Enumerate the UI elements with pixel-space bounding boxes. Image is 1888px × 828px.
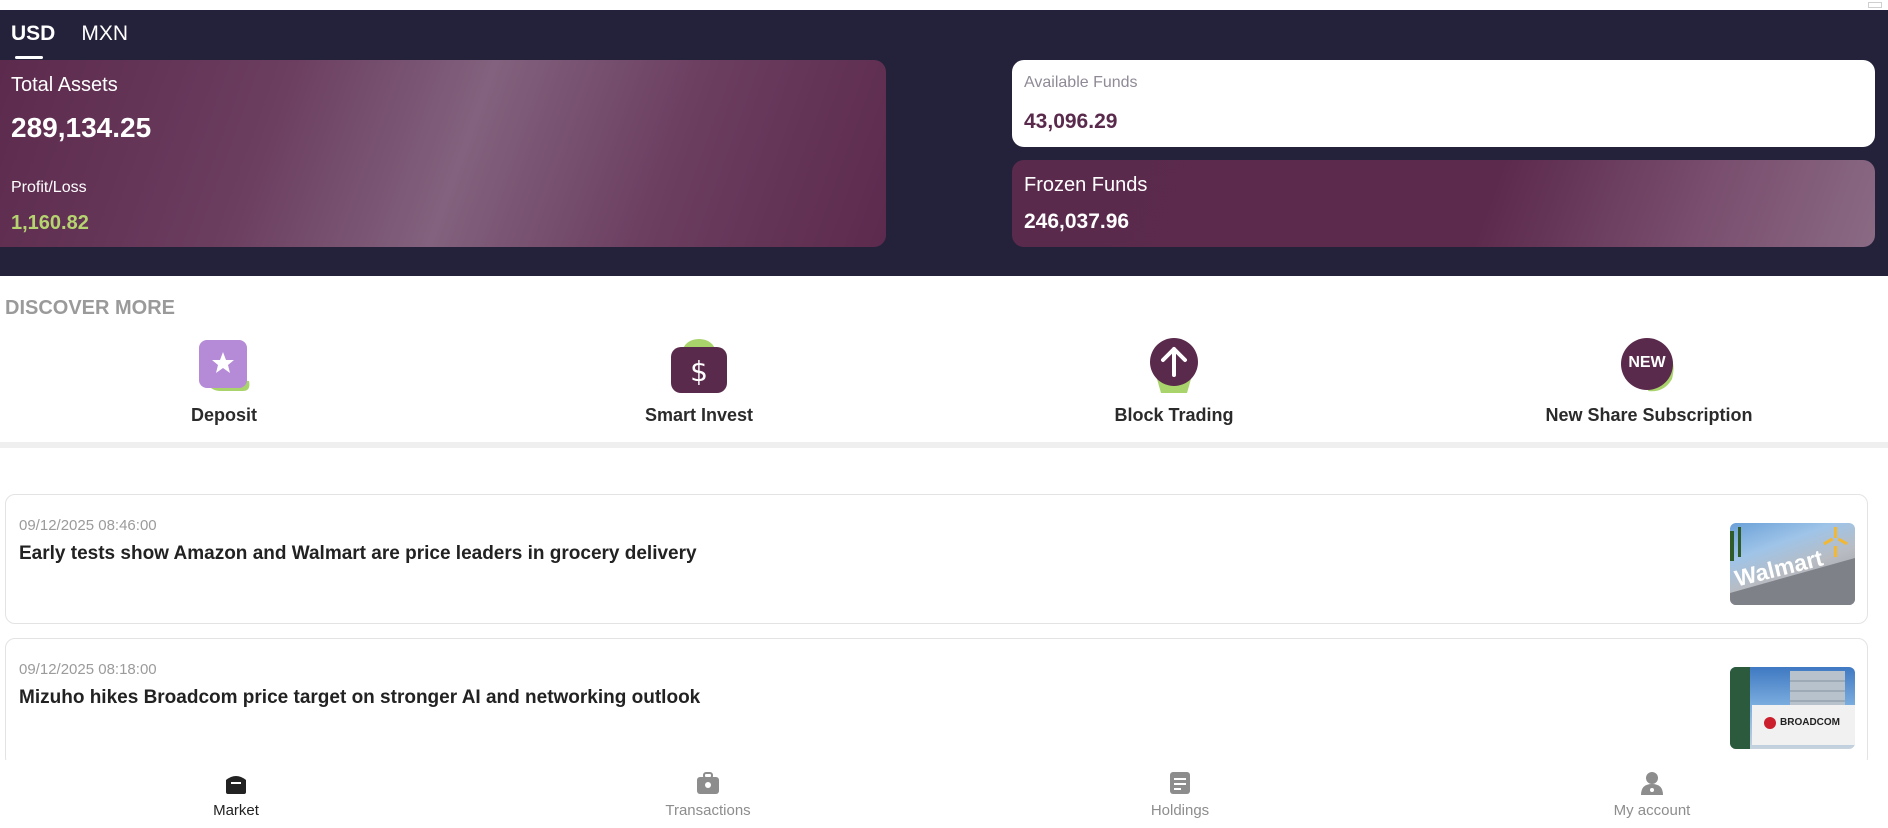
total-assets-value: 289,134.25 — [11, 112, 152, 143]
top-strip — [0, 0, 1888, 10]
news-item[interactable]: 09/12/2025 08:46:00 Early tests show Ama… — [5, 494, 1868, 624]
total-assets-card: Total Assets 289,134.25 Profit/Loss 1,16… — [0, 60, 886, 247]
news-thumbnail: BROADCOM — [1730, 667, 1855, 749]
briefcase-icon — [695, 770, 721, 796]
available-funds-label: Available Funds — [1024, 74, 1138, 91]
block-trading-label: Block Trading — [1114, 405, 1234, 425]
tab-mxn[interactable]: MXN — [81, 22, 128, 46]
new-share-subscription-shortcut[interactable]: NEW New Share Subscription — [1499, 337, 1799, 426]
document-icon — [1167, 770, 1193, 796]
currency-tabs: USD MXN — [11, 22, 128, 59]
total-assets-label: Total Assets — [11, 74, 118, 96]
nav-my-account-label: My account — [1613, 802, 1691, 819]
new-share-subscription-label: New Share Subscription — [1545, 405, 1753, 425]
nav-market[interactable]: Market — [0, 760, 472, 828]
frozen-funds-value: 246,037.96 — [1024, 210, 1130, 233]
market-icon — [223, 770, 249, 796]
nav-transactions-label: Transactions — [665, 802, 751, 819]
nav-market-label: Market — [213, 802, 259, 819]
news-time: 09/12/2025 08:18:00 — [19, 661, 157, 678]
bottom-navigation: Market Transactions Holdings My account — [0, 760, 1888, 828]
section-divider — [0, 442, 1888, 448]
deposit-shortcut[interactable]: Deposit — [74, 337, 374, 426]
profit-loss-label: Profit/Loss — [11, 179, 87, 196]
new-badge-icon: NEW — [1618, 337, 1680, 395]
new-badge-text: NEW — [1628, 354, 1666, 371]
available-funds-value: 43,096.29 — [1024, 110, 1118, 133]
user-icon — [1639, 770, 1665, 796]
smart-invest-label: Smart Invest — [644, 405, 754, 425]
available-funds-card: Available Funds 43,096.29 — [1012, 60, 1875, 147]
nav-transactions[interactable]: Transactions — [472, 760, 944, 828]
news-item[interactable]: 09/12/2025 08:18:00 Mizuho hikes Broadco… — [5, 638, 1868, 768]
news-time: 09/12/2025 08:46:00 — [19, 517, 157, 534]
dollar-wallet-icon: $ — [668, 337, 730, 395]
window-corner-icon — [1868, 2, 1882, 8]
frozen-funds-label: Frozen Funds — [1024, 174, 1148, 196]
star-card-icon — [193, 337, 255, 395]
news-thumbnail: Walmart — [1730, 523, 1855, 605]
frozen-funds-card: Frozen Funds 246,037.96 — [1012, 160, 1875, 247]
profit-loss-value: 1,160.82 — [11, 212, 89, 234]
nav-my-account[interactable]: My account — [1416, 760, 1888, 828]
up-arrow-circle-icon — [1143, 337, 1205, 395]
news-headline: Mizuho hikes Broadcom price target on st… — [19, 687, 701, 708]
smart-invest-shortcut[interactable]: $ Smart Invest — [549, 337, 849, 426]
thumbnail-logo-text: BROADCOM — [1780, 717, 1840, 728]
discover-more-title: DISCOVER MORE — [5, 297, 176, 319]
nav-holdings-label: Holdings — [1150, 802, 1210, 819]
news-headline: Early tests show Amazon and Walmart are … — [19, 543, 697, 564]
nav-holdings[interactable]: Holdings — [944, 760, 1416, 828]
tab-usd[interactable]: USD — [11, 22, 55, 59]
block-trading-shortcut[interactable]: Block Trading — [1024, 337, 1324, 426]
svg-text:$: $ — [690, 355, 708, 388]
account-header: USD MXN Total Assets 289,134.25 Profit/L… — [0, 10, 1888, 276]
deposit-label: Deposit — [190, 405, 257, 425]
